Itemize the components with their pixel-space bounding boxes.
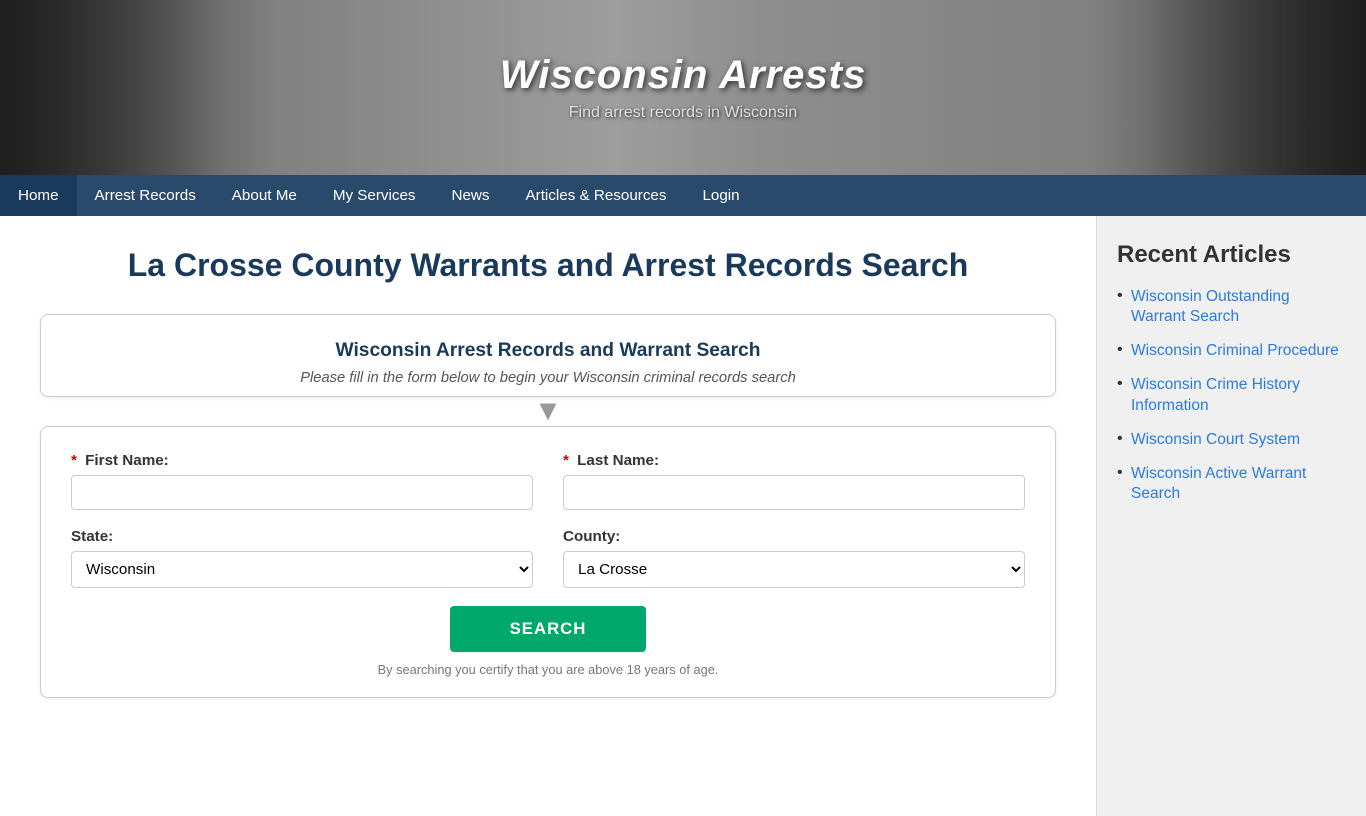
- state-group: State: Wisconsin: [71, 528, 533, 588]
- list-item: Wisconsin Crime History Information: [1117, 375, 1346, 415]
- sidebar-link-0[interactable]: Wisconsin Outstanding Warrant Search: [1131, 288, 1290, 325]
- page-wrapper: La Crosse County Warrants and Arrest Rec…: [0, 216, 1366, 816]
- form-disclaimer: By searching you certify that you are ab…: [71, 662, 1025, 677]
- first-name-required: *: [71, 452, 77, 469]
- county-select[interactable]: La Crosse: [563, 551, 1025, 588]
- last-name-group: * Last Name:: [563, 452, 1025, 510]
- last-name-label: * Last Name:: [563, 452, 1025, 469]
- form-container: * First Name: * Last Name: State:: [40, 426, 1056, 698]
- main-content: La Crosse County Warrants and Arrest Rec…: [0, 216, 1096, 816]
- site-header: Wisconsin Arrests Find arrest records in…: [0, 0, 1366, 175]
- arrow-connector: ▼: [40, 397, 1056, 426]
- list-item: Wisconsin Outstanding Warrant Search: [1117, 287, 1346, 327]
- list-item: Wisconsin Criminal Procedure: [1117, 341, 1346, 361]
- nav-login[interactable]: Login: [684, 175, 757, 216]
- sidebar-link-3[interactable]: Wisconsin Court System: [1131, 431, 1300, 448]
- sidebar-link-4[interactable]: Wisconsin Active Warrant Search: [1131, 465, 1306, 502]
- search-box-subtitle: Please fill in the form below to begin y…: [71, 370, 1025, 386]
- first-name-input[interactable]: [71, 475, 533, 510]
- site-tagline: Find arrest records in Wisconsin: [500, 104, 866, 122]
- last-name-required: *: [563, 452, 569, 469]
- main-nav: Home Arrest Records About Me My Services…: [0, 175, 1366, 216]
- search-button[interactable]: SEARCH: [450, 606, 647, 652]
- sidebar-link-2[interactable]: Wisconsin Crime History Information: [1131, 376, 1300, 413]
- nav-my-services[interactable]: My Services: [315, 175, 434, 216]
- state-select[interactable]: Wisconsin: [71, 551, 533, 588]
- nav-home[interactable]: Home: [0, 175, 77, 216]
- header-right-decoration: [1146, 0, 1366, 175]
- last-name-input[interactable]: [563, 475, 1025, 510]
- search-btn-row: SEARCH: [71, 606, 1025, 652]
- county-group: County: La Crosse: [563, 528, 1025, 588]
- list-item: Wisconsin Active Warrant Search: [1117, 464, 1346, 504]
- nav-arrest-records[interactable]: Arrest Records: [77, 175, 214, 216]
- name-row: * First Name: * Last Name:: [71, 452, 1025, 510]
- location-row: State: Wisconsin County: La Crosse: [71, 528, 1025, 588]
- sidebar-article-list: Wisconsin Outstanding Warrant Search Wis…: [1117, 287, 1346, 504]
- header-left-decoration: [0, 0, 220, 175]
- sidebar: Recent Articles Wisconsin Outstanding Wa…: [1096, 216, 1366, 816]
- state-label: State:: [71, 528, 533, 545]
- first-name-group: * First Name:: [71, 452, 533, 510]
- sidebar-link-1[interactable]: Wisconsin Criminal Procedure: [1131, 342, 1339, 359]
- info-box: Wisconsin Arrest Records and Warrant Sea…: [40, 314, 1056, 397]
- header-content: Wisconsin Arrests Find arrest records in…: [500, 53, 866, 122]
- county-label: County:: [563, 528, 1025, 545]
- first-name-label: * First Name:: [71, 452, 533, 469]
- nav-about-me[interactable]: About Me: [214, 175, 315, 216]
- page-title: La Crosse County Warrants and Arrest Rec…: [40, 246, 1056, 284]
- sidebar-title: Recent Articles: [1117, 241, 1346, 269]
- nav-news[interactable]: News: [434, 175, 508, 216]
- search-box-title: Wisconsin Arrest Records and Warrant Sea…: [71, 340, 1025, 362]
- nav-articles-resources[interactable]: Articles & Resources: [508, 175, 685, 216]
- list-item: Wisconsin Court System: [1117, 430, 1346, 450]
- site-title: Wisconsin Arrests: [500, 53, 866, 98]
